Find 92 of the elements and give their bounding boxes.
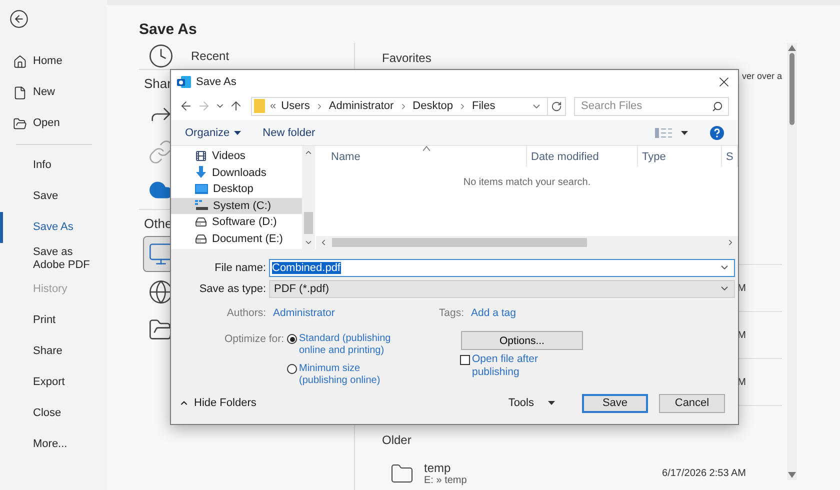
home-icon xyxy=(13,54,27,68)
sidebar-item[interactable]: Info xyxy=(0,150,107,181)
sidebar-item[interactable]: Export xyxy=(0,367,107,398)
sort-caret-icon xyxy=(423,146,430,151)
column-header[interactable]: Date modified xyxy=(527,146,638,167)
search-icon xyxy=(712,100,723,112)
field-label: Optimize for: xyxy=(223,333,284,345)
sidebar-item[interactable]: Share xyxy=(0,336,107,367)
clock-icon xyxy=(148,43,174,69)
authors-link[interactable]: Administrator xyxy=(273,307,434,319)
scroll-left-icon xyxy=(319,238,328,247)
tags-link[interactable]: Add a tag xyxy=(471,307,735,319)
field-label: Tags: xyxy=(438,307,464,319)
scroll-right-icon xyxy=(726,238,735,247)
sidebar-item[interactable]: More... xyxy=(0,429,107,460)
sidebar-item[interactable]: Save xyxy=(0,181,107,212)
drive-icon xyxy=(195,216,207,228)
dialog-title: Save As xyxy=(196,76,238,88)
tools-menu[interactable]: Tools xyxy=(508,397,555,409)
radio-option[interactable]: Standard (publishing online and printing) xyxy=(287,333,397,357)
field-label: Save as type: xyxy=(198,282,266,294)
breadcrumb-link[interactable]: Administrator xyxy=(328,100,394,112)
folder-tree-item[interactable]: Downloads xyxy=(171,164,302,181)
field-label: File name: xyxy=(214,262,266,274)
section-heading: Favorites xyxy=(382,51,432,67)
description-text: ver over a xyxy=(742,71,782,81)
column-header[interactable]: S xyxy=(722,146,738,167)
folder-tree-item[interactable]: Desktop xyxy=(171,181,302,198)
up-button[interactable] xyxy=(229,99,243,113)
cancel-button[interactable]: Cancel xyxy=(659,394,725,412)
folder-icon xyxy=(390,462,414,486)
app-icon xyxy=(177,75,191,89)
sidebar-item[interactable]: Save as Adobe PDF xyxy=(0,243,107,274)
sidebar-item[interactable]: Save As xyxy=(0,212,107,243)
download-arrow-icon xyxy=(195,166,207,180)
back-button[interactable] xyxy=(9,9,29,29)
checkbox-option[interactable]: Open file after publishing xyxy=(460,353,560,379)
film-icon xyxy=(195,150,207,162)
scroll-thumb[interactable] xyxy=(304,212,313,234)
folder-tree-item[interactable]: Software (D:) xyxy=(171,214,302,230)
organize-menu[interactable]: Organize xyxy=(185,126,241,138)
breadcrumb-link[interactable]: Files xyxy=(472,100,496,112)
scrollbar[interactable] xyxy=(787,43,797,480)
scroll-down-icon xyxy=(304,238,313,247)
sidebar-item[interactable]: Close xyxy=(0,398,107,429)
search-field[interactable]: Search Files xyxy=(574,96,729,116)
section-heading: Older xyxy=(382,433,412,449)
drive-icon xyxy=(195,232,207,245)
radio-option[interactable]: Minimum size (publishing online) xyxy=(287,363,397,387)
caret-icon xyxy=(548,401,555,405)
breadcrumb-link[interactable]: Users xyxy=(281,100,310,112)
desktop-icon xyxy=(195,184,208,195)
help-icon[interactable] xyxy=(710,126,724,140)
location-label: Recent xyxy=(191,49,230,63)
overflow-mark: « xyxy=(270,100,276,112)
folder-tree-item[interactable]: Videos xyxy=(171,148,302,164)
view-options-button[interactable] xyxy=(655,128,688,138)
scroll-up-icon xyxy=(304,148,313,157)
folder-tree-item[interactable]: System (C:) xyxy=(171,198,302,214)
refresh-icon xyxy=(551,100,562,112)
sidebar-item[interactable]: New xyxy=(0,77,107,108)
empty-message: No items match your search. xyxy=(462,176,592,190)
breadcrumb-link[interactable]: Desktop xyxy=(412,100,454,112)
field-label: Authors: xyxy=(226,307,266,319)
file-path: E: » temp xyxy=(424,475,468,486)
sidebar-item[interactable]: Home xyxy=(0,46,107,77)
file-type-dropdown[interactable]: PDF (*.pdf) xyxy=(269,280,735,298)
file-name-field[interactable]: Combined.pdf xyxy=(269,258,735,276)
page-title: Save As xyxy=(139,21,198,40)
new-folder-button[interactable]: New folder xyxy=(262,126,316,138)
document-icon xyxy=(13,86,27,100)
address-bar[interactable]: « Users Administrator Desktop Files xyxy=(251,96,566,116)
folder-icon xyxy=(254,99,265,113)
sidebar-item[interactable]: Open xyxy=(0,108,107,139)
sidebar-item[interactable]: Print xyxy=(0,305,107,336)
folder-icon xyxy=(13,116,27,130)
back-button[interactable] xyxy=(179,99,193,113)
drive-icon xyxy=(195,200,208,212)
column-header[interactable]: Type xyxy=(638,146,722,167)
file-name: temp xyxy=(424,461,452,475)
file-date: 6/17/2026 2:53 AM xyxy=(662,468,746,479)
forward-arrow-icon xyxy=(197,99,211,113)
options-button[interactable]: Options... xyxy=(461,331,583,350)
scrollbar[interactable] xyxy=(302,146,315,249)
recent-file-row[interactable]: temp E: » temp 6/17/2026 2:53 AM xyxy=(382,453,782,490)
scrollbar[interactable] xyxy=(316,236,738,249)
caret-icon xyxy=(234,130,241,134)
column-header[interactable]: Name xyxy=(316,146,527,167)
back-arrow-icon xyxy=(179,99,193,113)
save-button[interactable]: Save xyxy=(582,394,648,412)
hide-folders-button[interactable]: Hide Folders xyxy=(179,397,256,409)
caret-icon xyxy=(681,130,688,134)
